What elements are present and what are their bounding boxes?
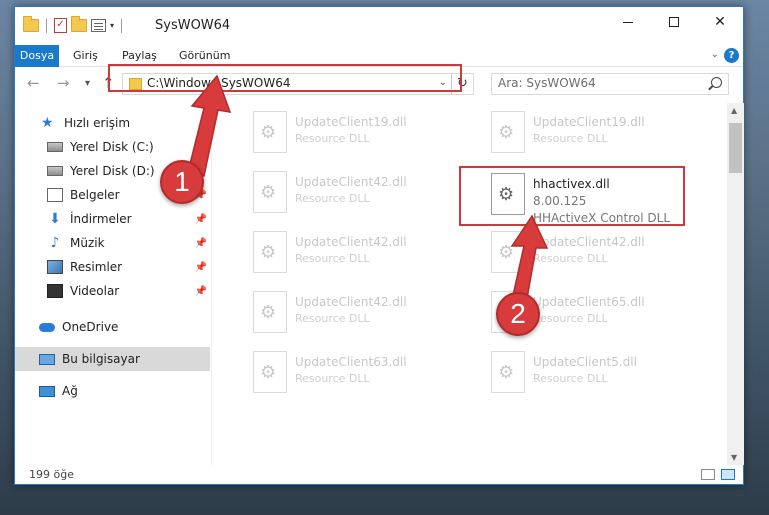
step-2-callout: 2 bbox=[496, 292, 540, 336]
callout-arrows bbox=[187, 74, 549, 305]
arrow-1-icon bbox=[187, 74, 232, 177]
arrow-2-icon bbox=[510, 214, 549, 305]
step-1-callout: 1 bbox=[160, 160, 204, 204]
